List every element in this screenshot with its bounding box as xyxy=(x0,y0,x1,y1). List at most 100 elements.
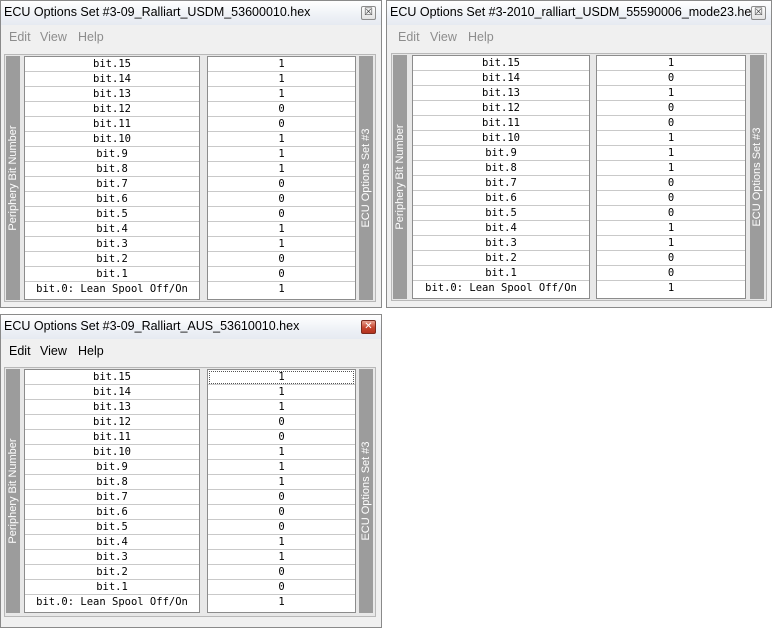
bit-label: bit.8 xyxy=(413,161,589,176)
bit-label: bit.11 xyxy=(413,116,589,131)
bit-label: bit.6 xyxy=(25,505,199,520)
bit-label: bit.15 xyxy=(25,57,199,72)
column-axis-label: ECU Options Set #3 xyxy=(751,127,763,227)
bit-value-cell[interactable]: 1 xyxy=(597,221,745,236)
bit-value-cell[interactable]: 0 xyxy=(208,565,355,580)
row-axis-label-bar: Periphery Bit Number xyxy=(393,55,407,299)
bit-value-cell[interactable]: 1 xyxy=(208,57,355,72)
bit-value-cell[interactable]: 1 xyxy=(208,550,355,565)
table-pane: Periphery Bit Number bit.15 bit.14 bit.1… xyxy=(4,54,376,302)
bit-label: bit.13 xyxy=(25,400,199,415)
bit-value-cell[interactable]: 0 xyxy=(208,102,355,117)
bit-value-cell[interactable]: 1 xyxy=(208,282,355,297)
bit-value-cell[interactable]: 1 xyxy=(208,475,355,490)
menu-help[interactable]: Help xyxy=(78,344,104,358)
bit-label-column: bit.15 bit.14 bit.13 bit.12 bit.11 bit.1… xyxy=(24,56,200,300)
bit-value-cell[interactable]: 1 xyxy=(208,222,355,237)
window-title: ECU Options Set #3-09_Ralliart_USDM_5360… xyxy=(4,5,311,19)
bit-value-cell[interactable]: 1 xyxy=(208,445,355,460)
bit-value-cell[interactable]: 0 xyxy=(208,267,355,282)
bit-value-cell[interactable]: 1 xyxy=(208,535,355,550)
value-column: 1 1 1 0 0 1 1 1 0 0 0 1 1 0 0 1 xyxy=(207,369,356,613)
close-button[interactable]: ☒ xyxy=(361,6,376,20)
bit-label: bit.4 xyxy=(25,222,199,237)
menu-bar: Edit View Help xyxy=(388,27,770,49)
bit-value-cell[interactable]: 1 xyxy=(208,370,355,385)
menu-help[interactable]: Help xyxy=(468,30,494,44)
bit-value-cell[interactable]: 0 xyxy=(208,177,355,192)
bit-value-cell[interactable]: 0 xyxy=(208,252,355,267)
bit-value-cell[interactable]: 0 xyxy=(597,116,745,131)
bit-label: bit.8 xyxy=(25,475,199,490)
title-bar[interactable]: ECU Options Set #3-2010_ralliart_USDM_55… xyxy=(387,1,771,25)
menu-edit[interactable]: Edit xyxy=(398,30,420,44)
bit-value-cell[interactable]: 0 xyxy=(208,207,355,222)
bit-label: bit.0: Lean Spool Off/On xyxy=(425,282,577,294)
menu-view[interactable]: View xyxy=(40,30,67,44)
menu-view[interactable]: View xyxy=(40,344,67,358)
bit-value-cell[interactable]: 1 xyxy=(208,87,355,102)
bit-value-cell[interactable]: 0 xyxy=(208,505,355,520)
menu-view[interactable]: View xyxy=(430,30,457,44)
menu-bar: Edit View Help xyxy=(2,341,380,363)
bit-value-cell[interactable]: 1 xyxy=(597,281,745,296)
menu-edit[interactable]: Edit xyxy=(9,344,31,358)
bit-value-cell[interactable]: 0 xyxy=(597,191,745,206)
bit-value-cell[interactable]: 0 xyxy=(597,266,745,281)
bit-label: bit.2 xyxy=(413,251,589,266)
bit-value-cell[interactable]: 1 xyxy=(597,56,745,71)
bit-value-cell[interactable]: 0 xyxy=(208,192,355,207)
bit-label: bit.15 xyxy=(25,370,199,385)
bit-value-cell[interactable]: 1 xyxy=(597,146,745,161)
bit-label: bit.0: Lean Spool Off/On xyxy=(36,596,188,608)
bit-value-cell[interactable]: 1 xyxy=(208,147,355,162)
bit-label-column: bit.15 bit.14 bit.13 bit.12 bit.11 bit.1… xyxy=(412,55,590,299)
row-axis-label: Periphery Bit Number xyxy=(7,438,19,544)
menu-help[interactable]: Help xyxy=(78,30,104,44)
close-button[interactable]: ☒ xyxy=(751,6,766,20)
close-button[interactable]: ✕ xyxy=(361,320,376,334)
bit-value-cell[interactable]: 0 xyxy=(597,101,745,116)
bit-value-cell[interactable]: 0 xyxy=(208,490,355,505)
value-column: 1 1 1 0 0 1 1 1 0 0 0 1 1 0 0 1 xyxy=(207,56,356,300)
bit-value-cell[interactable]: 1 xyxy=(208,237,355,252)
bit-label: bit.3 xyxy=(413,236,589,251)
menu-edit[interactable]: Edit xyxy=(9,30,31,44)
bit-label: bit.7 xyxy=(25,490,199,505)
bit-label: bit.5 xyxy=(413,206,589,221)
bit-label-column: bit.15 bit.14 bit.13 bit.12 bit.11 bit.1… xyxy=(24,369,200,613)
bit-value-cell[interactable]: 0 xyxy=(208,520,355,535)
bit-value-cell[interactable]: 0 xyxy=(208,580,355,595)
bit-value-cell[interactable]: 1 xyxy=(208,162,355,177)
column-axis-label-bar: ECU Options Set #3 xyxy=(750,55,764,299)
column-axis-label: ECU Options Set #3 xyxy=(360,128,372,228)
bit-label: bit.14 xyxy=(413,71,589,86)
bit-label: bit.15 xyxy=(413,56,589,71)
bit-value-cell[interactable]: 0 xyxy=(208,415,355,430)
table-pane: Periphery Bit Number bit.15 bit.14 bit.1… xyxy=(391,53,767,301)
bit-value-cell[interactable]: 1 xyxy=(208,385,355,400)
bit-value-cell[interactable]: 1 xyxy=(208,132,355,147)
bit-value-cell[interactable]: 1 xyxy=(597,236,745,251)
bit-value-cell[interactable]: 1 xyxy=(597,161,745,176)
bit-value-cell[interactable]: 1 xyxy=(597,131,745,146)
bit-value-cell[interactable]: 1 xyxy=(208,72,355,87)
row-axis-label: Periphery Bit Number xyxy=(394,124,406,230)
column-axis-label-bar: ECU Options Set #3 xyxy=(359,56,373,300)
bit-value-cell[interactable]: 0 xyxy=(208,430,355,445)
title-bar[interactable]: ECU Options Set #3-09_Ralliart_USDM_5360… xyxy=(1,1,381,25)
bit-label: bit.14 xyxy=(25,385,199,400)
bit-label: bit.1 xyxy=(25,267,199,282)
bit-value-cell[interactable]: 1 xyxy=(208,460,355,475)
title-bar[interactable]: ECU Options Set #3-09_Ralliart_AUS_53610… xyxy=(1,315,381,339)
bit-value-cell[interactable]: 1 xyxy=(208,400,355,415)
bit-value-cell[interactable]: 1 xyxy=(208,595,355,610)
bit-label: bit.11 xyxy=(25,117,199,132)
bit-value-cell[interactable]: 0 xyxy=(597,251,745,266)
bit-value-cell[interactable]: 0 xyxy=(597,71,745,86)
bit-value-cell[interactable]: 0 xyxy=(208,117,355,132)
bit-value-cell[interactable]: 0 xyxy=(597,206,745,221)
bit-value-cell[interactable]: 0 xyxy=(597,176,745,191)
bit-label: bit.7 xyxy=(25,177,199,192)
bit-value-cell[interactable]: 1 xyxy=(597,86,745,101)
